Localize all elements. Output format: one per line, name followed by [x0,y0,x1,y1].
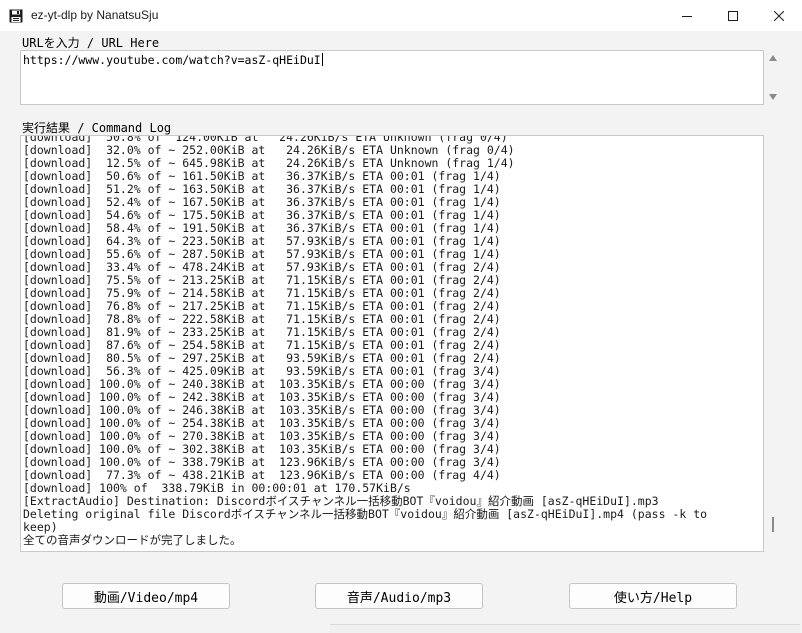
command-log[interactable]: [download] 50.8% of 124.00KiB at 24.26Ki… [20,135,764,552]
text-caret [321,53,323,66]
maximize-icon [728,10,738,21]
log-line: Deleting original file Discordボイスチャンネル一括… [23,507,708,521]
url-label: URLを入力 / URL Here [22,36,160,50]
url-scrollbar[interactable] [765,50,782,105]
log-line: 全ての音声ダウンロードが完了しました。 [23,533,242,547]
url-input-value[interactable]: https://www.youtube.com/watch?v=asZ-qHEi… [23,53,323,67]
minimize-button[interactable] [664,0,710,31]
floppy-disk-icon [9,8,23,23]
maximize-button[interactable] [710,0,756,31]
minimize-icon [682,15,692,17]
help-button[interactable]: 使い方/Help [569,583,737,609]
scroll-down-arrow-icon[interactable] [769,94,777,100]
url-input[interactable]: https://www.youtube.com/watch?v=asZ-qHEi… [20,50,764,105]
scroll-up-arrow-icon[interactable] [769,55,777,61]
log-label: 実行結果 / Command Log [22,121,172,135]
url-text: https://www.youtube.com/watch?v=asZ-qHEi… [23,53,321,67]
video-mp4-button[interactable]: 動画/Video/mp4 [62,583,230,609]
audio-mp3-button[interactable]: 音声/Audio/mp3 [315,583,483,609]
window-title: ez-yt-dlp by NanatsuSju [31,8,159,22]
log-scroll-thumb[interactable] [772,517,774,532]
close-button[interactable] [756,0,802,31]
log-scrollbar[interactable] [765,135,782,552]
close-icon [774,10,784,21]
title-bar: ez-yt-dlp by NanatsuSju [0,0,802,31]
log-lines: [download] 50.8% of 124.00KiB at 24.26Ki… [23,136,708,547]
